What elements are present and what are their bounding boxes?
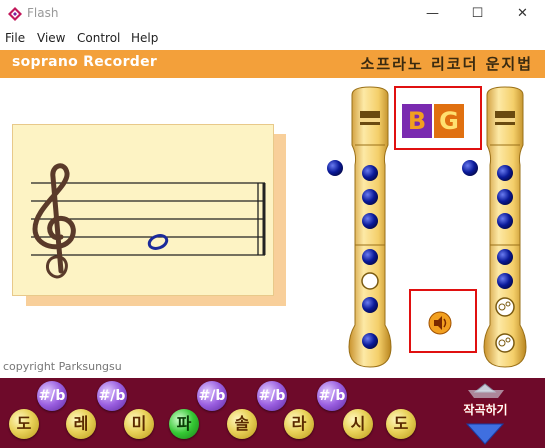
speaker-icon[interactable] xyxy=(428,311,452,335)
note-button-mi[interactable]: 미 xyxy=(124,409,154,439)
finger-hole-3 xyxy=(497,213,513,229)
copyright-text: copyright Parksungsu xyxy=(3,360,122,373)
thumb-hole-closed xyxy=(462,160,478,176)
recorder-front-fingering xyxy=(327,86,392,368)
note-button-si[interactable]: 시 xyxy=(343,409,373,439)
header-band: soprano Recorder 소프라노 리코더 운지법 xyxy=(0,50,545,78)
title-bar: Flash — ☐ ✕ xyxy=(0,0,545,28)
sharp-flat-button-la[interactable]: #/b xyxy=(317,381,347,411)
finger-hole-1 xyxy=(497,165,513,181)
music-staff xyxy=(31,163,266,279)
finger-hole-4 xyxy=(362,249,378,265)
note-button-do[interactable]: 도 xyxy=(9,409,39,439)
menu-help[interactable]: Help xyxy=(131,31,158,45)
note-button-sol[interactable]: 솔 xyxy=(227,409,257,439)
flash-app-icon xyxy=(8,7,22,21)
sharp-flat-button-re[interactable]: #/b xyxy=(97,381,127,411)
header-title-korean: 소프라노 리코더 운지법 xyxy=(360,55,533,73)
note-letter-box: B G xyxy=(394,86,482,150)
menu-view[interactable]: View xyxy=(37,31,65,45)
menu-control[interactable]: Control xyxy=(77,31,120,45)
maximize-button[interactable]: ☐ xyxy=(455,0,500,28)
finger-hole-5 xyxy=(497,273,513,289)
minimize-button[interactable]: — xyxy=(410,0,455,28)
note-button-high-do[interactable]: 도 xyxy=(386,409,416,439)
sharp-flat-button-do[interactable]: #/b xyxy=(37,381,67,411)
finger-hole-1 xyxy=(362,165,378,181)
finger-hole-2 xyxy=(497,189,513,205)
finger-hole-5-open xyxy=(361,272,379,290)
note-button-re[interactable]: 레 xyxy=(66,409,96,439)
sharp-flat-button-fa[interactable]: #/b xyxy=(197,381,227,411)
sharp-flat-button-sol[interactable]: #/b xyxy=(257,381,287,411)
compose-button-label[interactable]: 작곡하기 xyxy=(448,401,523,418)
down-arrow-icon xyxy=(465,423,505,445)
finger-hole-6 xyxy=(362,297,378,313)
finger-hole-3 xyxy=(362,213,378,229)
finger-hole-2 xyxy=(362,189,378,205)
staff-card xyxy=(12,124,274,296)
window-title: Flash xyxy=(27,6,59,20)
note-button-fa-active[interactable]: 파 xyxy=(169,409,199,439)
menu-bar: File View Control Help xyxy=(0,28,545,48)
letter-b: B xyxy=(402,104,432,138)
menu-file[interactable]: File xyxy=(5,31,25,45)
finger-hole-4 xyxy=(497,249,513,265)
header-title-english: soprano Recorder xyxy=(12,54,158,70)
sound-button-box[interactable] xyxy=(409,289,477,353)
whole-note-icon xyxy=(147,234,169,250)
thumb-hole-closed xyxy=(327,160,343,176)
close-button[interactable]: ✕ xyxy=(500,0,545,28)
finger-hole-7 xyxy=(362,333,378,349)
note-button-la[interactable]: 라 xyxy=(284,409,314,439)
letter-g: G xyxy=(434,104,464,138)
